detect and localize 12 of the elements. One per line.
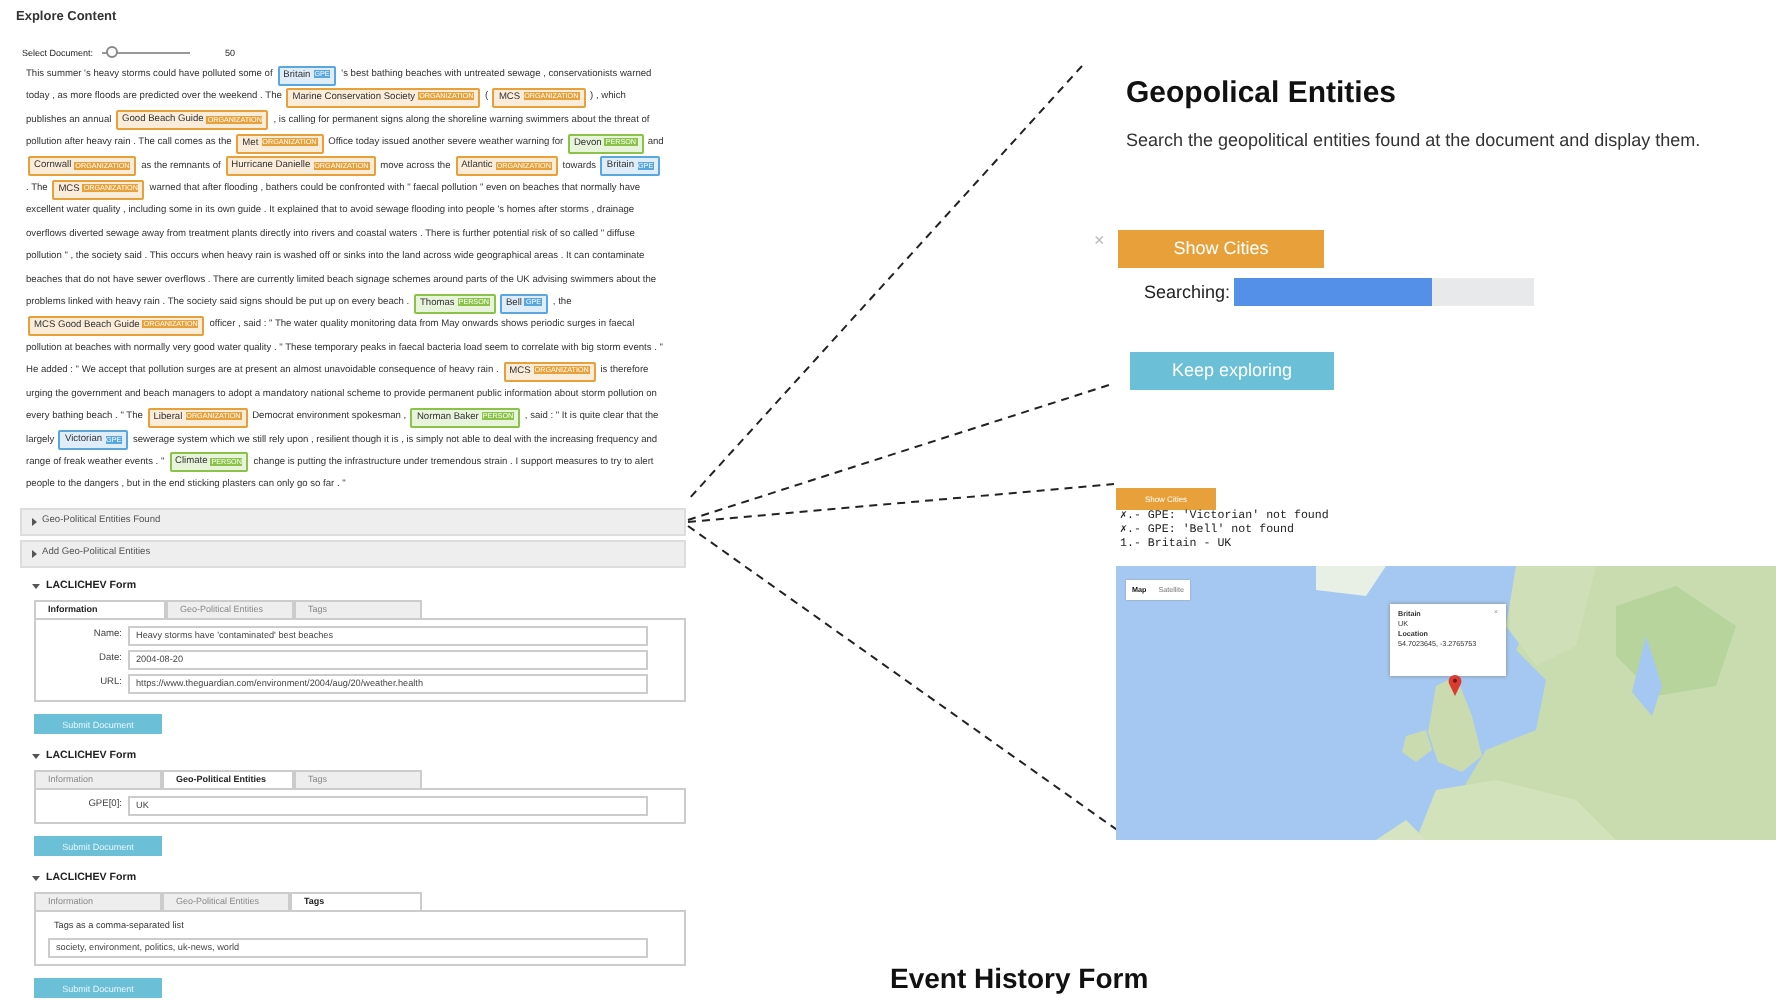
panel-description: Search the geopolitical entities found at the document and display them. <box>1126 130 1701 150</box>
slider-thumb[interactable] <box>106 46 119 58</box>
caret-icon <box>32 751 40 760</box>
caret-icon <box>30 549 38 558</box>
section-heading: Event History Form <box>890 962 1149 994</box>
panel-title: Geopolical Entities <box>1126 76 1399 110</box>
map-pin-icon <box>1448 674 1462 696</box>
progress-label: Searching: <box>1144 282 1231 302</box>
document-slider[interactable] <box>101 46 190 58</box>
caret-icon <box>32 581 40 590</box>
caret-icon <box>30 517 38 526</box>
caret-icon <box>32 873 40 882</box>
